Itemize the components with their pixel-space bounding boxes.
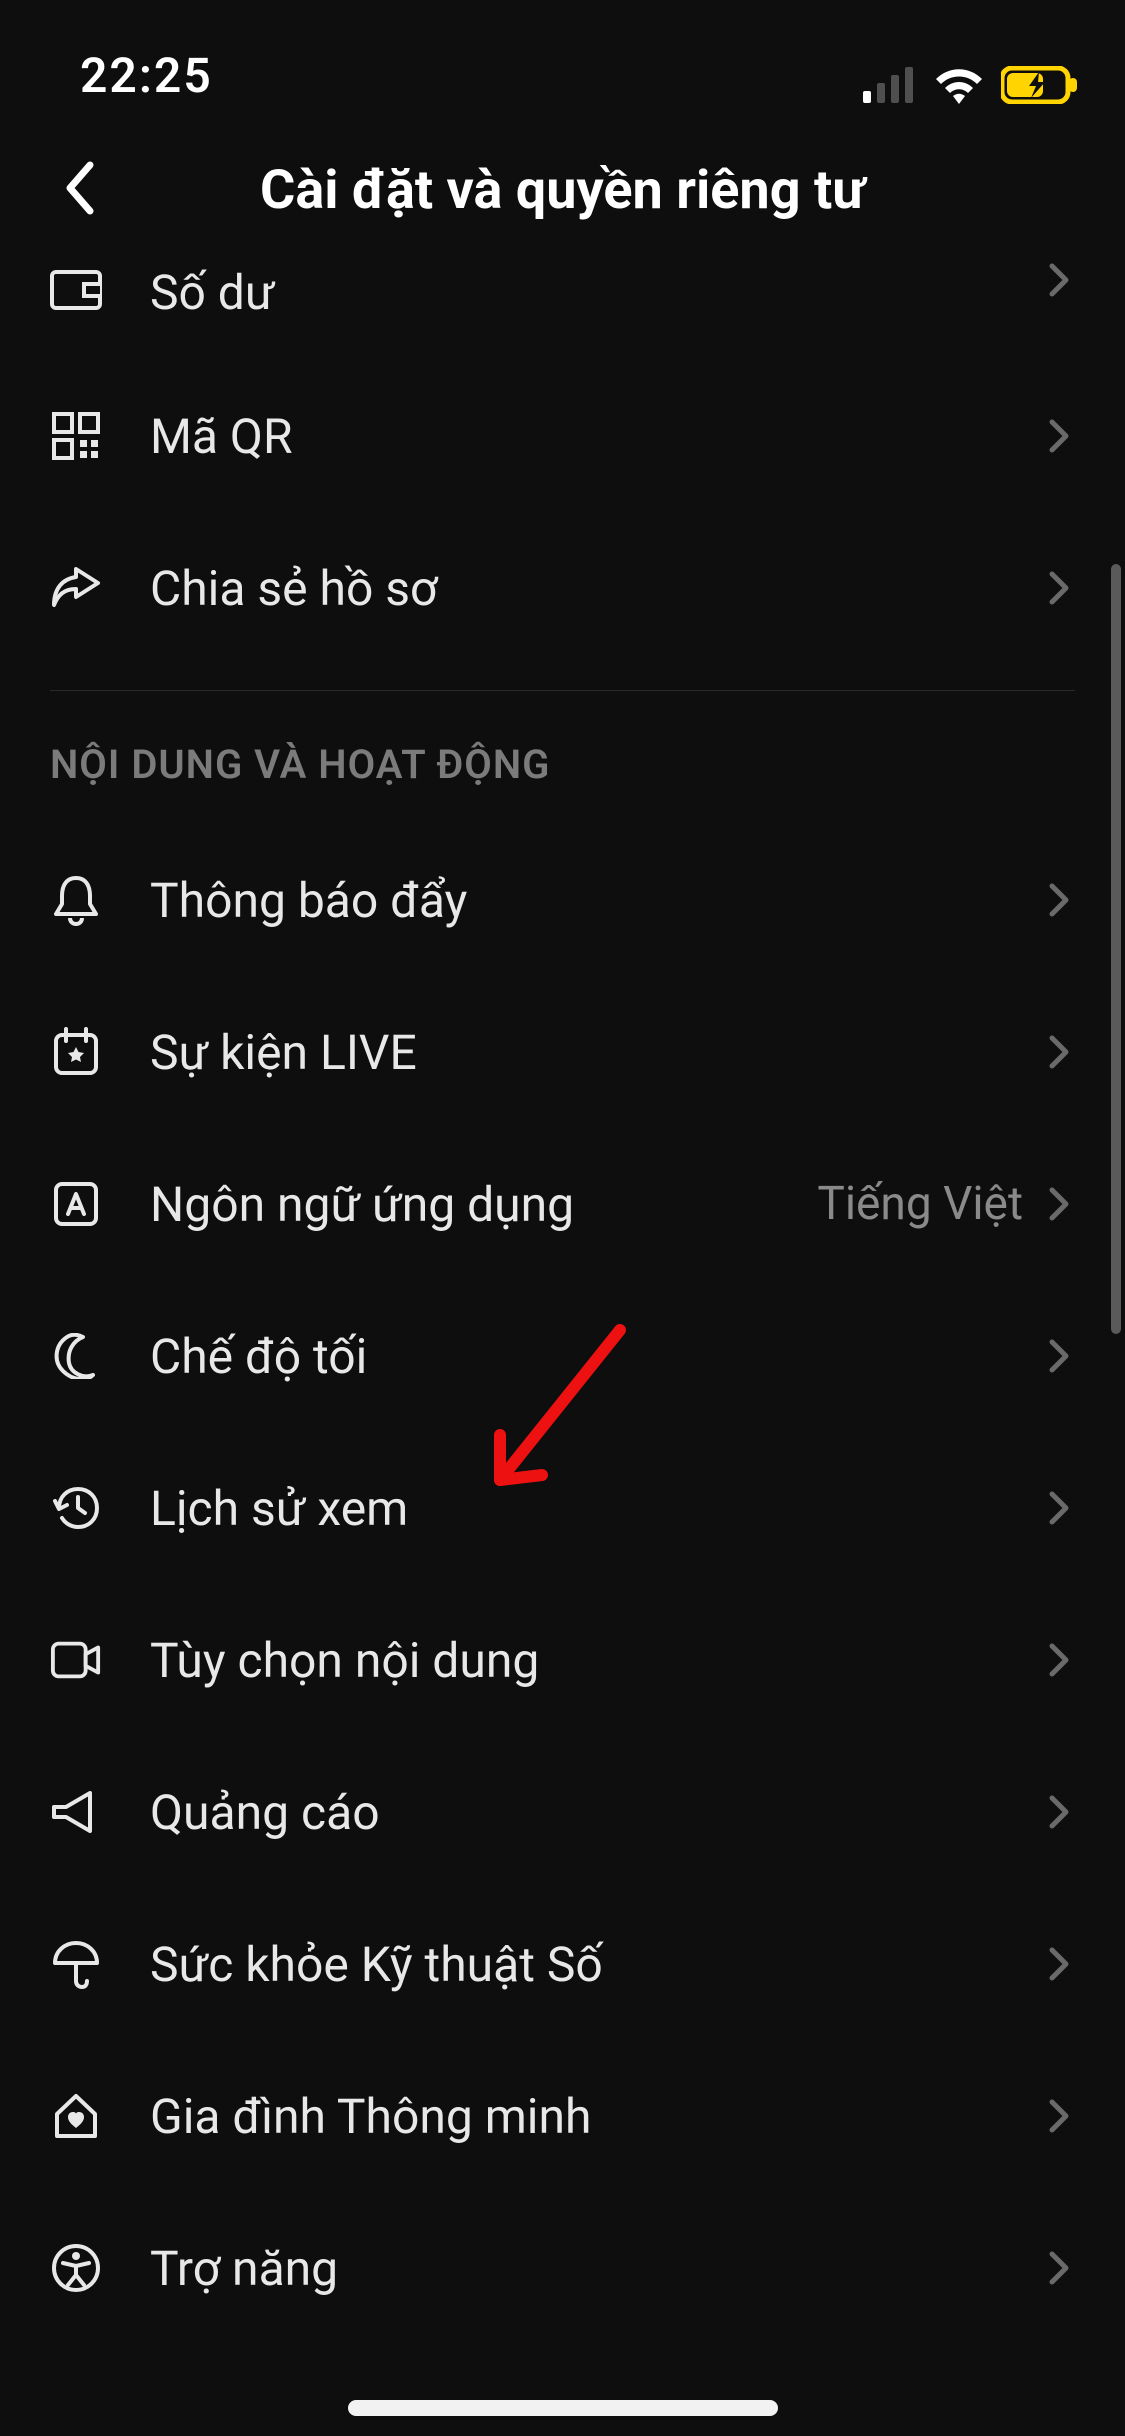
row-qr[interactable]: Mã QR xyxy=(0,360,1125,512)
row-label: Ngôn ngữ ứng dụng xyxy=(150,1176,817,1233)
bell-icon xyxy=(50,874,102,926)
row-share-profile[interactable]: Chia sẻ hồ sơ xyxy=(0,512,1125,664)
video-icon xyxy=(50,1634,102,1686)
language-icon xyxy=(50,1178,102,1230)
chevron-right-icon xyxy=(1043,420,1075,452)
status-bar: 22:25 xyxy=(0,0,1125,120)
chevron-right-icon xyxy=(1043,2252,1075,2284)
row-label: Gia đình Thông minh xyxy=(150,2088,1043,2145)
row-label: Lịch sử xem xyxy=(150,1480,1043,1537)
row-family-pairing[interactable]: Gia đình Thông minh xyxy=(0,2040,1125,2192)
chevron-right-icon xyxy=(1043,1036,1075,1068)
row-label: Chế độ tối xyxy=(150,1328,1043,1385)
battery-charging-icon xyxy=(1001,66,1079,104)
moon-icon xyxy=(50,1330,102,1382)
row-content-preferences[interactable]: Tùy chọn nội dung xyxy=(0,1584,1125,1736)
row-push-notifications[interactable]: Thông báo đẩy xyxy=(0,824,1125,976)
row-label: Quảng cáo xyxy=(150,1784,1043,1841)
row-label: Sức khỏe Kỹ thuật Số xyxy=(150,1936,1043,1993)
scroll-indicator[interactable] xyxy=(1111,564,1121,1334)
chevron-right-icon xyxy=(1043,1340,1075,1372)
row-label: Số dư xyxy=(150,264,1043,321)
wallet-icon xyxy=(50,264,102,316)
row-label: Sự kiện LIVE xyxy=(150,1024,1043,1081)
chevron-right-icon xyxy=(1043,1948,1075,1980)
share-icon xyxy=(50,562,102,614)
chevron-right-icon xyxy=(1043,1796,1075,1828)
row-label: Mã QR xyxy=(150,408,1043,465)
chevron-right-icon xyxy=(1043,2100,1075,2132)
row-label: Trợ năng xyxy=(150,2240,1043,2297)
row-app-language[interactable]: Ngôn ngữ ứng dụng Tiếng Việt xyxy=(0,1128,1125,1280)
calendar-icon xyxy=(50,1026,102,1078)
qr-icon xyxy=(50,410,102,462)
status-icons xyxy=(863,66,1079,104)
cellular-signal-icon xyxy=(863,67,917,103)
chevron-right-icon xyxy=(1043,572,1075,604)
status-time: 22:25 xyxy=(80,47,213,104)
back-button[interactable] xyxy=(40,150,120,230)
home-indicator[interactable] xyxy=(348,2400,778,2416)
home-heart-icon xyxy=(50,2090,102,2142)
megaphone-icon xyxy=(50,1786,102,1838)
umbrella-icon xyxy=(50,1938,102,1990)
row-digital-wellbeing[interactable]: Sức khỏe Kỹ thuật Số xyxy=(0,1888,1125,2040)
chevron-right-icon xyxy=(1043,1492,1075,1524)
row-accessibility[interactable]: Trợ năng xyxy=(0,2192,1125,2344)
page-title: Cài đặt và quyền riêng tư xyxy=(0,159,1125,222)
history-icon xyxy=(50,1482,102,1534)
settings-list: Số dư Mã QR Chia s xyxy=(0,260,1125,2344)
row-label: Chia sẻ hồ sơ xyxy=(150,560,1043,617)
row-dark-mode[interactable]: Chế độ tối xyxy=(0,1280,1125,1432)
title-bar: Cài đặt và quyền riêng tư xyxy=(0,120,1125,260)
row-label: Thông báo đẩy xyxy=(150,872,1043,929)
row-live-events[interactable]: Sự kiện LIVE xyxy=(0,976,1125,1128)
row-label: Tùy chọn nội dung xyxy=(150,1632,1043,1689)
row-value: Tiếng Việt xyxy=(817,1177,1023,1231)
section-header: NỘI DUNG VÀ HOẠT ĐỘNG xyxy=(0,691,1125,824)
chevron-right-icon xyxy=(1043,264,1075,296)
accessibility-icon xyxy=(50,2242,102,2294)
row-ads[interactable]: Quảng cáo xyxy=(0,1736,1125,1888)
row-watch-history[interactable]: Lịch sử xem xyxy=(0,1432,1125,1584)
wifi-icon xyxy=(933,66,985,104)
chevron-right-icon xyxy=(1043,1188,1075,1220)
chevron-left-icon xyxy=(64,161,96,219)
chevron-right-icon xyxy=(1043,1644,1075,1676)
row-balance[interactable]: Số dư xyxy=(0,260,1125,360)
chevron-right-icon xyxy=(1043,884,1075,916)
